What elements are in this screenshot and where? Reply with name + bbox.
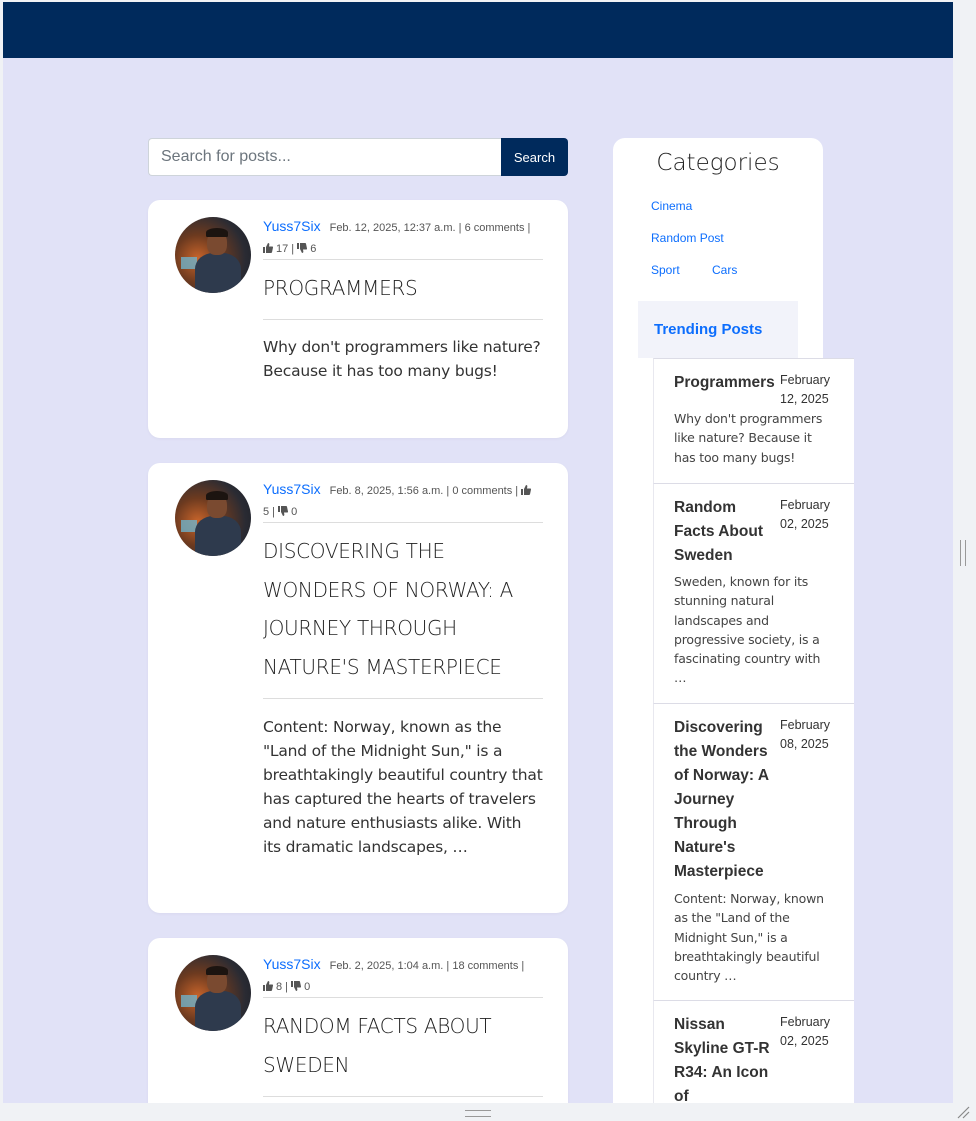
post-date: Feb. 2, 2025, 1:04 a.m. (329, 960, 444, 972)
trending-item[interactable]: Programmers February 12, 2025 Why don't … (653, 358, 854, 483)
post-meta: Yuss7Six Feb. 2, 2025, 1:04 a.m. | 18 com… (263, 956, 525, 993)
post-date: Feb. 12, 2025, 12:37 a.m. (329, 222, 456, 234)
likes-count: 17 (276, 243, 289, 255)
author-link[interactable]: Yuss7Six (263, 481, 321, 497)
author-link[interactable]: Yuss7Six (263, 956, 321, 972)
trending-item-date: February 08, 2025 (780, 718, 831, 751)
trending-item-excerpt: Why don't programmers like nature? Becau… (674, 411, 823, 465)
dislikes-count: 0 (304, 981, 311, 993)
search-form: Search (148, 138, 568, 176)
trending-item-date: February 02, 2025 (780, 498, 831, 531)
author-link[interactable]: Yuss7Six (263, 218, 321, 234)
corner-resize-icon[interactable] (956, 1105, 970, 1119)
post-meta: Yuss7Six Feb. 12, 2025, 12:37 a.m. | 6 co… (263, 218, 531, 255)
comments-link[interactable]: 0 comments (452, 485, 512, 497)
thumbs-up-icon[interactable] (521, 485, 532, 495)
search-input[interactable] (148, 138, 501, 176)
category-link-sport[interactable]: Sport (651, 263, 680, 277)
avatar (175, 955, 251, 1031)
likes-count: 5 (263, 506, 270, 518)
trending-item-date: February 02, 2025 (780, 1015, 831, 1048)
dislikes-count: 0 (291, 506, 298, 518)
trending-item-date: February 12, 2025 (780, 373, 831, 406)
divider (263, 1096, 543, 1097)
post-excerpt: Content: Norway, known as the "Land of t… (263, 718, 543, 856)
divider (263, 522, 543, 523)
trending-header: Trending Posts (638, 301, 798, 358)
post-card: Yuss7Six Feb. 2, 2025, 1:04 a.m. | 18 com… (148, 938, 568, 1103)
thumbs-up-icon[interactable] (263, 243, 273, 253)
trending-item[interactable]: Random Facts About Sweden February 02, 2… (653, 483, 854, 703)
likes-count: 8 (276, 981, 283, 993)
comments-link[interactable]: 6 comments (465, 222, 525, 234)
trending-item-title[interactable]: Programmers (674, 371, 780, 395)
thumbs-up-icon[interactable] (263, 981, 273, 991)
post-title[interactable]: RANDOM FACTS ABOUT SWEDEN (263, 1007, 548, 1084)
trending-item[interactable]: Nissan Skyline GT-R R34: An Icon of Febr… (653, 1000, 854, 1103)
trending-item-excerpt: Content: Norway, known as the "Land of t… (674, 891, 824, 984)
comments-link[interactable]: 18 comments (452, 960, 518, 972)
trending-title: Trending Posts (654, 321, 763, 338)
avatar (175, 217, 251, 293)
navbar (3, 2, 953, 58)
divider (263, 698, 543, 699)
trending-item-title[interactable]: Nissan Skyline GT-R R34: An Icon of (674, 1013, 780, 1103)
horizontal-resize-handle[interactable] (465, 1110, 491, 1117)
divider (263, 997, 543, 998)
search-button[interactable]: Search (501, 138, 568, 176)
thumbs-down-icon[interactable] (278, 506, 289, 516)
trending-item[interactable]: Discovering the Wonders of Norway: A Jou… (653, 703, 854, 1000)
post-date: Feb. 8, 2025, 1:56 a.m. (329, 485, 444, 497)
category-link-cinema[interactable]: Cinema (651, 199, 692, 213)
avatar (175, 480, 251, 556)
category-link-cars[interactable]: Cars (712, 263, 737, 277)
trending-item-title[interactable]: Random Facts About Sweden (674, 496, 780, 568)
category-link-random-post[interactable]: Random Post (651, 231, 724, 245)
dislikes-count: 6 (310, 243, 317, 255)
thumbs-down-icon[interactable] (291, 981, 302, 991)
post-title[interactable]: PROGRAMMERS (263, 269, 548, 308)
post-card: Yuss7Six Feb. 12, 2025, 12:37 a.m. | 6 co… (148, 200, 568, 438)
divider (263, 259, 543, 260)
page-frame: Search Yuss7Six Feb. 12, 2025, 12:37 a.m.… (3, 2, 953, 1103)
trending-item-excerpt: Sweden, known for its stunning natural l… (674, 574, 821, 686)
post-card: Yuss7Six Feb. 8, 2025, 1:56 a.m. | 0 comm… (148, 463, 568, 913)
vertical-resize-handle[interactable] (960, 540, 966, 566)
thumbs-down-icon[interactable] (297, 243, 308, 253)
categories-title: Categories (656, 150, 780, 176)
post-title[interactable]: DISCOVERING THE WONDERS OF NORWAY: A JOU… (263, 532, 548, 686)
post-meta: Yuss7Six Feb. 8, 2025, 1:56 a.m. | 0 comm… (263, 479, 543, 523)
post-excerpt: Why don't programmers like nature? Becau… (263, 338, 541, 380)
divider (263, 319, 543, 320)
trending-item-title[interactable]: Discovering the Wonders of Norway: A Jou… (674, 716, 780, 884)
